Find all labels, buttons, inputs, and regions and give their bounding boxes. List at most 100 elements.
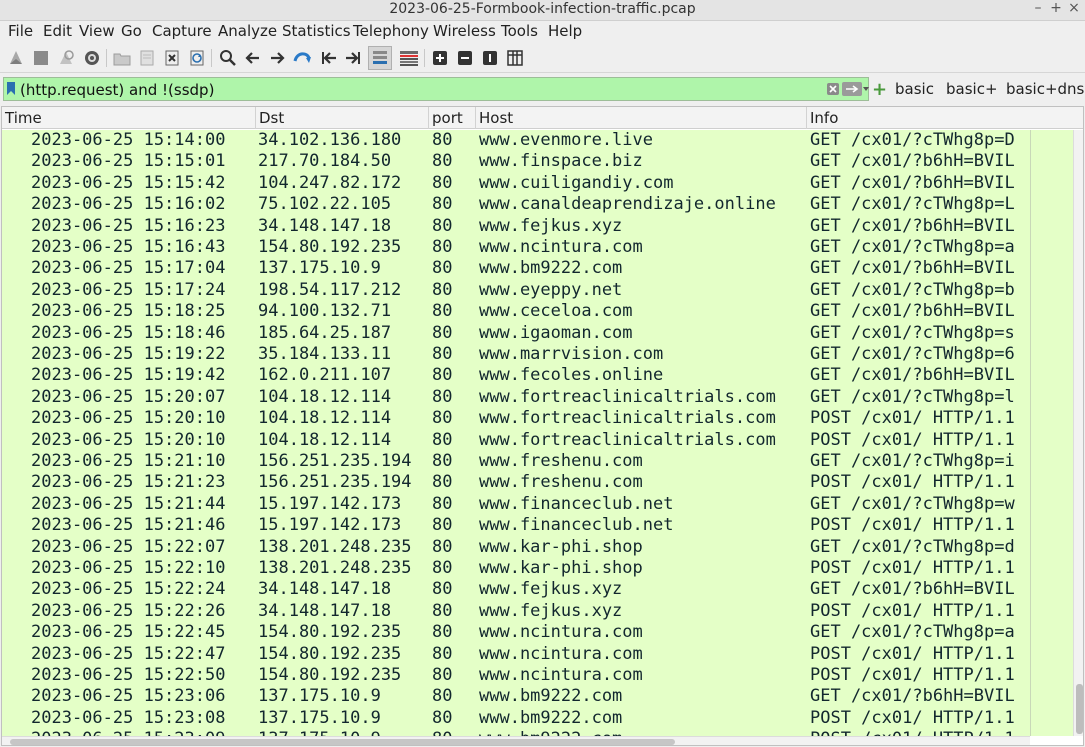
menu-telephony[interactable]: Telephony xyxy=(353,22,429,40)
capture-options-icon[interactable] xyxy=(81,47,103,69)
filter-button-basic[interactable]: basic xyxy=(895,80,934,98)
menu-capture[interactable]: Capture xyxy=(152,22,212,40)
packet-row[interactable]: 2023-06-25 15:22:26 34.148.147.18 80 www.fe… xyxy=(2,601,1030,622)
column-header-info[interactable]: Info xyxy=(807,107,1083,129)
packet-row[interactable]: 2023-06-25 15:20:07 104.18.12.114 80 www.fo… xyxy=(2,387,1030,408)
packet-row[interactable]: 2023-06-25 15:15:01 217.70.184.50 80 www.fi… xyxy=(2,151,1030,172)
go-back-icon[interactable] xyxy=(242,47,264,69)
reload-file-icon[interactable] xyxy=(186,47,208,69)
cell-info: GET /cx01/?cTWhg8p=6 xyxy=(810,344,1015,364)
packet-row[interactable]: 2023-06-25 15:18:25 94.100.132.71 80 www.ce… xyxy=(2,301,1030,322)
close-file-icon[interactable] xyxy=(161,47,183,69)
zoom-in-icon[interactable] xyxy=(429,47,451,69)
packet-row[interactable]: 2023-06-25 15:22:07 138.201.248.235 80 www.… xyxy=(2,537,1030,558)
packet-row[interactable]: 2023-06-25 15:14:00 34.102.136.180 80 www.e… xyxy=(2,130,1030,151)
filter-button-basic-dns[interactable]: basic+dns xyxy=(1006,80,1084,98)
cell-info: GET /cx01/?cTWhg8p=i xyxy=(810,451,1015,471)
column-header-port[interactable]: port xyxy=(429,107,476,129)
packet-row[interactable]: 2023-06-25 15:21:46 15.197.142.173 80 www.f… xyxy=(2,515,1030,536)
display-filter-input[interactable] xyxy=(20,80,810,99)
cell-port: 80 xyxy=(432,429,453,450)
cell-info: GET /cx01/?b6hH=BVIL xyxy=(810,365,1015,386)
menu-statistics[interactable]: Statistics xyxy=(282,22,351,40)
start-capture-icon[interactable] xyxy=(5,47,27,69)
packet-row[interactable]: 2023-06-25 15:22:50 154.80.192.235 80 www.n… xyxy=(2,665,1030,686)
colorize-icon[interactable] xyxy=(398,47,420,69)
first-packet-icon[interactable] xyxy=(318,47,340,69)
column-header-time[interactable]: Time xyxy=(2,107,256,129)
packet-row[interactable]: 2023-06-25 15:23:06 137.175.10.9 80 www.bm9… xyxy=(2,686,1030,707)
packet-row[interactable]: 2023-06-25 15:21:10 156.251.235.194 80 www.… xyxy=(2,451,1030,472)
cell-host: www.kar-phi.shop xyxy=(479,558,643,578)
cell-host: www.financeclub.net xyxy=(479,515,674,536)
go-to-packet-icon[interactable] xyxy=(292,47,314,69)
menu-view[interactable]: View xyxy=(79,22,115,40)
go-forward-icon[interactable] xyxy=(266,47,288,69)
column-header-dst[interactable]: Dst xyxy=(256,107,429,129)
packet-row[interactable]: 2023-06-25 15:16:02 75.102.22.105 80 www.ca… xyxy=(2,194,1030,215)
packet-row[interactable]: 2023-06-25 15:20:10 104.18.12.114 80 www.fo… xyxy=(2,408,1030,429)
zoom-out-icon[interactable] xyxy=(454,47,476,69)
packet-row[interactable]: 2023-06-25 15:15:42 104.247.82.172 80 www.c… xyxy=(2,173,1030,194)
close-window-button[interactable]: × xyxy=(1066,0,1082,16)
packet-row[interactable]: 2023-06-25 15:23:08 137.175.10.9 80 www.bm9… xyxy=(2,708,1030,729)
packet-row[interactable]: 2023-06-25 15:17:24 198.54.117.212 80 www.e… xyxy=(2,280,1030,301)
cell-dst: 75.102.22.105 xyxy=(258,194,392,215)
menu-go[interactable]: Go xyxy=(121,22,142,40)
packet-row[interactable]: 2023-06-25 15:16:43 154.80.192.235 80 www.n… xyxy=(2,237,1030,258)
toolbar-separator xyxy=(106,49,107,67)
maximize-button[interactable]: + xyxy=(1048,0,1064,16)
restart-capture-icon[interactable] xyxy=(55,47,77,69)
chevron-down-icon[interactable] xyxy=(863,86,869,92)
autoscroll-icon[interactable] xyxy=(368,46,392,70)
find-packet-icon[interactable] xyxy=(217,47,239,69)
cell-info: POST /cx01/ HTTP/1.1 xyxy=(810,729,1030,736)
filter-button-basic-plus[interactable]: basic+ xyxy=(946,80,998,98)
horizontal-scrollbar[interactable] xyxy=(2,736,1030,745)
apply-filter-icon[interactable] xyxy=(842,82,862,96)
packet-row[interactable]: 2023-06-25 15:23:09137.175.10.980www.bm9… xyxy=(2,729,1030,736)
cell-port: 80 xyxy=(432,301,453,322)
packet-row[interactable]: 2023-06-25 15:22:10 138.201.248.235 80 www.… xyxy=(2,558,1030,579)
cell-host: www.fecoles.online xyxy=(479,365,664,386)
column-header-host[interactable]: Host xyxy=(476,107,807,129)
packet-row[interactable]: 2023-06-25 15:22:45 154.80.192.235 80 www.n… xyxy=(2,622,1030,643)
last-packet-icon[interactable] xyxy=(342,47,364,69)
normal-size-icon[interactable] xyxy=(479,47,501,69)
packet-row[interactable]: 2023-06-25 15:22:47 154.80.192.235 80 www.n… xyxy=(2,644,1030,665)
packet-row[interactable]: 2023-06-25 15:21:44 15.197.142.173 80 www.f… xyxy=(2,494,1030,515)
cell-host: www.igaoman.com xyxy=(479,322,633,343)
stop-capture-icon[interactable] xyxy=(30,47,52,69)
open-file-icon[interactable] xyxy=(111,47,133,69)
menu-file[interactable]: File xyxy=(8,22,33,40)
packet-row[interactable]: 2023-06-25 15:17:04 137.175.10.9 80 www.bm9… xyxy=(2,258,1030,279)
packet-row[interactable]: 2023-06-25 15:22:24 34.148.147.18 80 www.fe… xyxy=(2,579,1030,600)
packet-row[interactable]: 2023-06-25 15:16:23 34.148.147.18 80 www.fe… xyxy=(2,216,1030,237)
packet-row[interactable]: 2023-06-25 15:20:10 104.18.12.114 80 www.fo… xyxy=(2,430,1030,451)
bookmark-icon[interactable] xyxy=(7,82,15,95)
minimize-button[interactable]: – xyxy=(1030,0,1046,16)
packet-row[interactable]: 2023-06-25 15:18:46 185.64.25.187 80 www.ig… xyxy=(2,323,1030,344)
cell-host: www.bm9222.com xyxy=(479,686,623,707)
packet-row[interactable]: 2023-06-25 15:21:23 156.251.235.194 80 www.… xyxy=(2,472,1030,493)
save-file-icon[interactable] xyxy=(136,47,158,69)
resize-columns-icon[interactable] xyxy=(504,47,526,69)
packet-row[interactable]: 2023-06-25 15:19:42 162.0.211.107 80 www.fe… xyxy=(2,365,1030,386)
menu-edit[interactable]: Edit xyxy=(43,22,72,40)
menu-tools[interactable]: Tools xyxy=(501,22,538,40)
packet-minimap[interactable] xyxy=(1030,130,1073,736)
cell-port: 80 xyxy=(432,515,453,536)
cell-time: 2023-06-25 15:17:04 xyxy=(31,258,226,279)
cell-info: GET /cx01/?b6hH=BVIL xyxy=(810,215,1015,236)
packet-row[interactable]: 2023-06-25 15:19:22 35.184.133.11 80 www.ma… xyxy=(2,344,1030,365)
menu-wireless[interactable]: Wireless xyxy=(433,22,496,40)
add-filter-button-icon[interactable]: + xyxy=(872,79,887,100)
menu-analyze[interactable]: Analyze xyxy=(218,22,277,40)
clear-filter-icon[interactable] xyxy=(827,83,839,95)
cell-port: 80 xyxy=(432,408,453,429)
vertical-scrollbar[interactable] xyxy=(1073,130,1083,736)
vertical-scroll-thumb[interactable] xyxy=(1076,684,1083,734)
menu-help[interactable]: Help xyxy=(548,22,582,40)
cell-time: 2023-06-25 15:22:26 xyxy=(31,600,226,621)
horizontal-scroll-thumb[interactable] xyxy=(10,739,675,745)
